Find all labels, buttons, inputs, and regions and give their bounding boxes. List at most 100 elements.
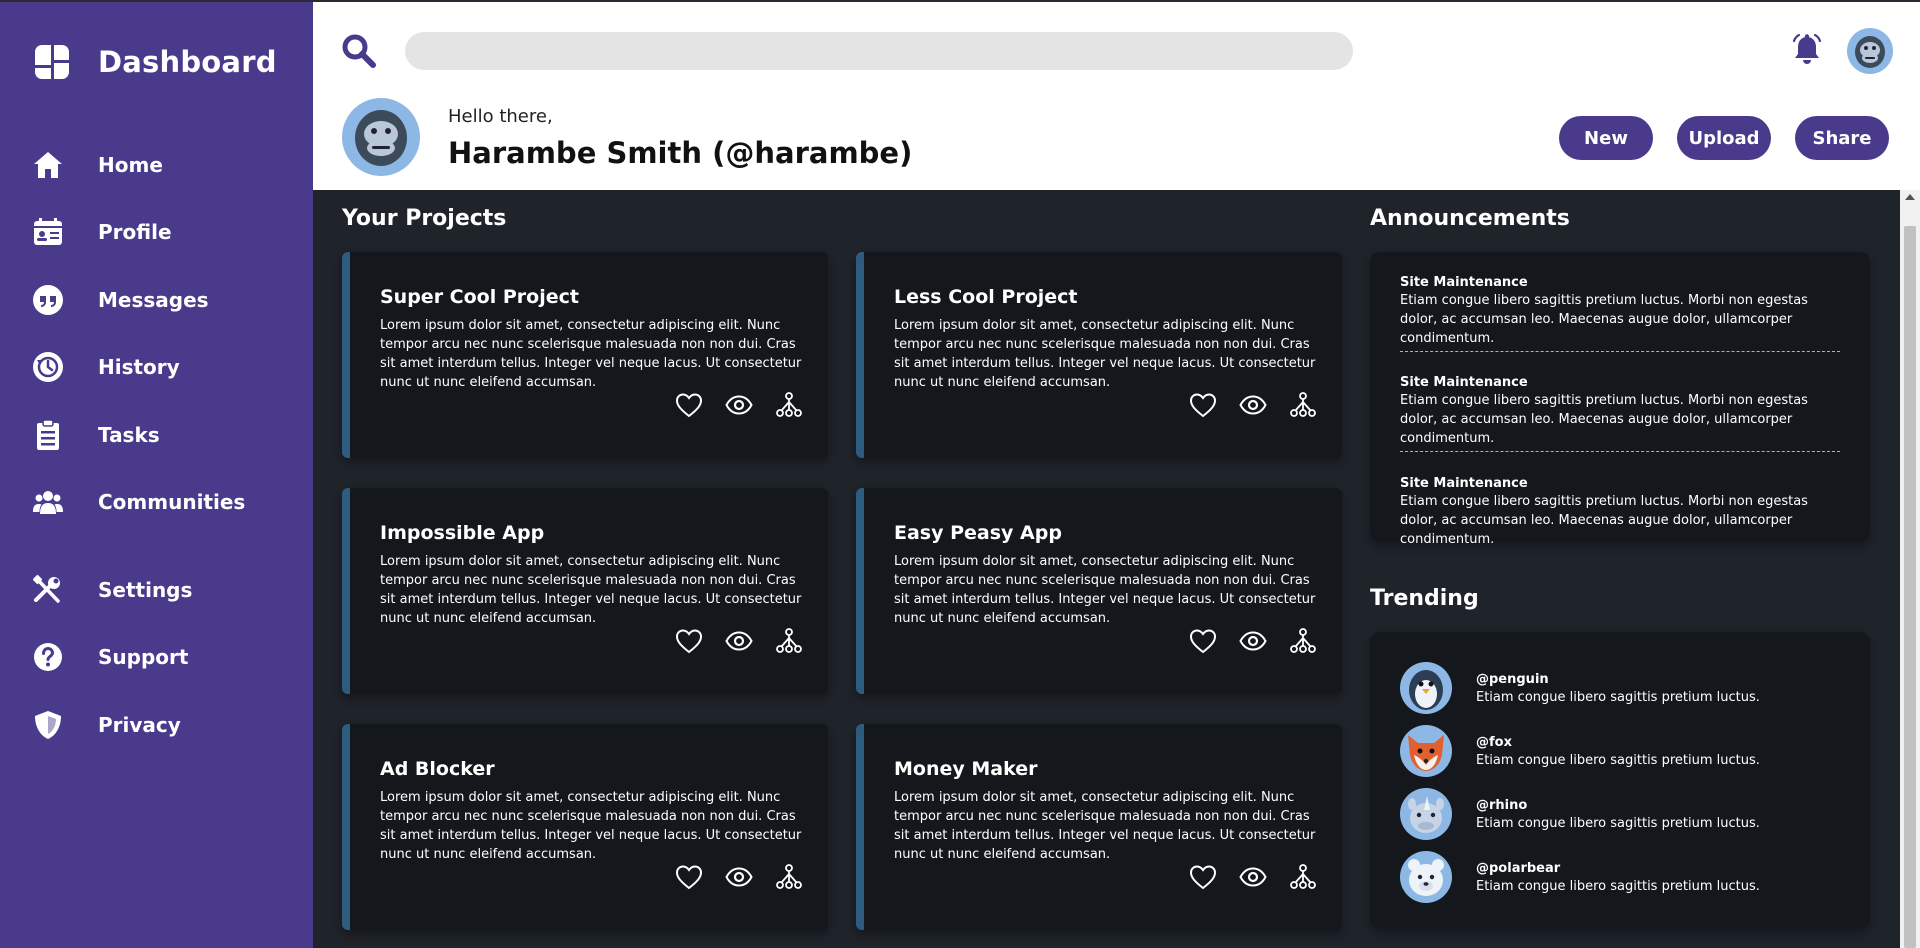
project-description: Lorem ipsum dolor sit amet, consectetur … — [380, 790, 802, 862]
profile-avatar — [342, 98, 420, 176]
sidebar-item-label: Messages — [98, 288, 209, 312]
sidebar-item-home[interactable]: Home — [32, 145, 163, 185]
project-card[interactable]: Less Cool Project Lorem ipsum dolor sit … — [856, 252, 1342, 458]
view-icon[interactable] — [724, 390, 754, 420]
sidebar-item-label: History — [98, 355, 180, 379]
sidebar-item-support[interactable]: Support — [32, 637, 188, 677]
trending-handle: @penguin — [1476, 672, 1549, 687]
new-button[interactable]: New — [1559, 116, 1653, 160]
like-icon[interactable] — [1188, 626, 1218, 656]
main-content: Your Projects Super Cool Project Lorem i… — [313, 190, 1900, 948]
scroll-up-arrow-icon[interactable] — [1905, 194, 1915, 200]
project-card[interactable]: Ad Blocker Lorem ipsum dolor sit amet, c… — [342, 724, 828, 930]
project-card[interactable]: Super Cool Project Lorem ipsum dolor sit… — [342, 252, 828, 458]
communities-icon — [32, 486, 64, 518]
announcement-item[interactable]: Site Maintenance Etiam congue libero sag… — [1400, 274, 1840, 348]
history-icon — [32, 351, 64, 383]
trending-handle: @fox — [1476, 735, 1512, 750]
trending-item[interactable]: @fox Etiam congue libero sagittis pretiu… — [1400, 725, 1840, 777]
trending-item[interactable]: @rhino Etiam congue libero sagittis pret… — [1400, 788, 1840, 840]
project-title: Less Cool Project — [894, 286, 1078, 308]
like-icon[interactable] — [674, 390, 704, 420]
fork-icon[interactable] — [1288, 390, 1318, 420]
trending-handle: @rhino — [1476, 798, 1528, 813]
view-icon[interactable] — [1238, 390, 1268, 420]
fox-avatar — [1400, 725, 1452, 777]
project-title: Easy Peasy App — [894, 522, 1062, 544]
brand[interactable]: Dashboard — [34, 44, 277, 80]
trending-item[interactable]: @polarbear Etiam congue libero sagittis … — [1400, 851, 1840, 903]
bell-icon[interactable] — [1791, 33, 1823, 67]
project-title: Money Maker — [894, 758, 1038, 780]
sidebar: Dashboard Home Profile Messages History … — [0, 0, 313, 948]
sidebar-item-label: Communities — [98, 490, 246, 514]
sidebar-item-settings[interactable]: Settings — [32, 570, 192, 610]
fork-icon[interactable] — [774, 862, 804, 892]
sidebar-item-label: Support — [98, 645, 189, 669]
scrollbar-thumb[interactable] — [1904, 226, 1916, 948]
project-description: Lorem ipsum dolor sit amet, consectetur … — [894, 790, 1316, 862]
trending-item[interactable]: @penguin Etiam congue libero sagittis pr… — [1400, 662, 1840, 714]
project-title: Impossible App — [380, 522, 545, 544]
trending-handle: @polarbear — [1476, 861, 1561, 876]
like-icon[interactable] — [674, 862, 704, 892]
sidebar-item-label: Settings — [98, 578, 193, 602]
view-icon[interactable] — [724, 862, 754, 892]
announcement-title: Site Maintenance — [1400, 375, 1528, 390]
sidebar-item-privacy[interactable]: Privacy — [32, 705, 181, 745]
fork-icon[interactable] — [774, 390, 804, 420]
view-icon[interactable] — [724, 626, 754, 656]
view-icon[interactable] — [1238, 862, 1268, 892]
penguin-avatar — [1400, 662, 1452, 714]
view-icon[interactable] — [1238, 626, 1268, 656]
sidebar-item-messages[interactable]: Messages — [32, 280, 209, 320]
home-icon — [32, 149, 64, 181]
announcement-text: Etiam congue libero sagittis pretium luc… — [1400, 494, 1808, 547]
fork-icon[interactable] — [1288, 862, 1318, 892]
scrollbar[interactable] — [1900, 190, 1920, 948]
search-icon[interactable] — [341, 33, 377, 69]
announcement-text: Etiam congue libero sagittis pretium luc… — [1400, 393, 1808, 446]
settings-icon — [32, 574, 64, 606]
project-description: Lorem ipsum dolor sit amet, consectetur … — [380, 554, 802, 626]
project-card[interactable]: Easy Peasy App Lorem ipsum dolor sit ame… — [856, 488, 1342, 694]
project-card[interactable]: Impossible App Lorem ipsum dolor sit ame… — [342, 488, 828, 694]
announcement-title: Site Maintenance — [1400, 275, 1528, 290]
trending-text: Etiam congue libero sagittis pretium luc… — [1476, 816, 1760, 831]
upload-button[interactable]: Upload — [1677, 116, 1771, 160]
project-title: Ad Blocker — [380, 758, 495, 780]
announcement-title: Site Maintenance — [1400, 476, 1528, 491]
project-card[interactable]: Money Maker Lorem ipsum dolor sit amet, … — [856, 724, 1342, 930]
sidebar-item-communities[interactable]: Communities — [32, 482, 245, 522]
sidebar-item-label: Privacy — [98, 713, 181, 737]
like-icon[interactable] — [1188, 390, 1218, 420]
sidebar-item-profile[interactable]: Profile — [32, 212, 172, 252]
like-icon[interactable] — [1188, 862, 1218, 892]
trending-title: Trending — [1370, 586, 1479, 611]
announcements-panel: Site Maintenance Etiam congue libero sag… — [1370, 252, 1870, 547]
dashboard-icon — [35, 45, 69, 79]
announcement-item[interactable]: Site Maintenance Etiam congue libero sag… — [1400, 475, 1840, 549]
trending-panel: @penguin Etiam congue libero sagittis pr… — [1370, 632, 1870, 928]
window-top-border — [0, 0, 1920, 2]
greeting-text: Hello there, — [448, 106, 553, 127]
tasks-icon — [32, 419, 64, 451]
like-icon[interactable] — [674, 626, 704, 656]
share-button[interactable]: Share — [1795, 116, 1889, 160]
sidebar-title: Dashboard — [98, 45, 277, 79]
announcement-divider — [1400, 451, 1840, 452]
trending-text: Etiam congue libero sagittis pretium luc… — [1476, 690, 1760, 705]
fork-icon[interactable] — [1288, 626, 1318, 656]
sidebar-item-history[interactable]: History — [32, 347, 180, 387]
announcement-item[interactable]: Site Maintenance Etiam congue libero sag… — [1400, 374, 1840, 448]
support-icon — [32, 641, 64, 673]
header: Hello there, Harambe Smith (@harambe) Ne… — [313, 0, 1920, 190]
sidebar-item-tasks[interactable]: Tasks — [32, 415, 160, 455]
user-avatar[interactable] — [1847, 28, 1893, 74]
fork-icon[interactable] — [774, 626, 804, 656]
trending-text: Etiam congue libero sagittis pretium luc… — [1476, 879, 1760, 894]
announcement-divider — [1400, 351, 1840, 352]
profile-icon — [32, 216, 64, 248]
search-input[interactable] — [405, 32, 1353, 70]
projects-title: Your Projects — [342, 206, 507, 231]
